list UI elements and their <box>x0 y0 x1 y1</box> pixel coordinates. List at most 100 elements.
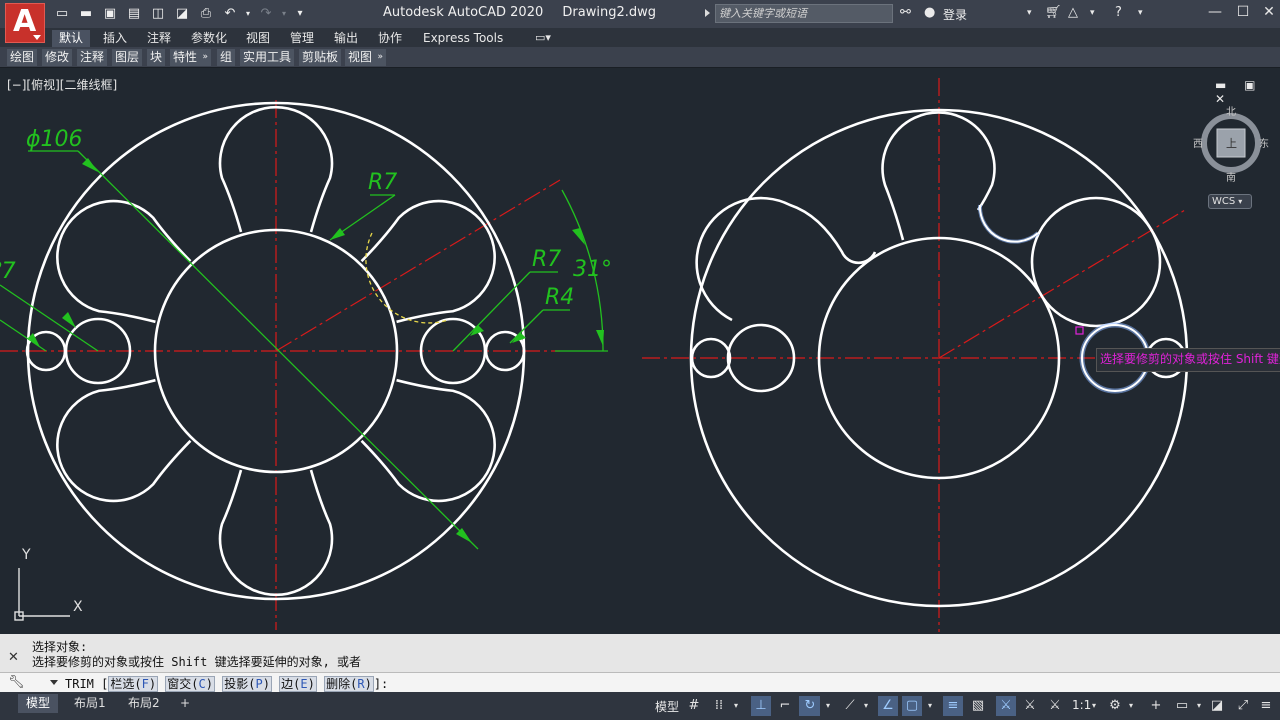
viewcube-west[interactable]: 西 <box>1193 135 1203 150</box>
tab-annotate[interactable]: 注释 <box>140 30 178 47</box>
maximize-button[interactable]: ☐ <box>1232 4 1254 24</box>
save-to-web-icon[interactable]: ◪ <box>174 6 190 21</box>
selected-arc[interactable] <box>978 204 1039 243</box>
polar-dropdown-icon[interactable]: ▾ <box>822 696 834 716</box>
panel-layers[interactable]: 图层 <box>112 49 143 66</box>
layout-tab-layout2[interactable]: 布局2 <box>120 694 168 713</box>
search-expand-icon[interactable] <box>705 9 710 17</box>
dimensions-left[interactable] <box>0 150 608 550</box>
tab-parametric[interactable]: 参数化 <box>184 30 234 47</box>
angle-dimension-text[interactable]: 31° <box>573 257 612 282</box>
object-snap-icon[interactable]: ▢ <box>902 696 922 716</box>
tab-home[interactable]: 默认 <box>52 30 91 47</box>
r7-right-dimension-text[interactable]: R7 <box>532 247 561 272</box>
tab-insert[interactable]: 插入 <box>96 30 134 47</box>
cart-icon[interactable]: 🛒︎ <box>1045 5 1062 20</box>
new-file-icon[interactable]: ▭ <box>54 6 70 21</box>
auto-scale-icon[interactable]: ⚔ <box>1020 696 1040 716</box>
tab-collaborate[interactable]: 协作 <box>371 30 409 47</box>
tab-view[interactable]: 视图 <box>239 30 277 47</box>
panel-block[interactable]: 块 <box>147 49 166 66</box>
lineweight-icon[interactable]: ≡ <box>943 696 963 716</box>
command-line[interactable]: 🔧︎ TRIM [栏选(F) 窗交(C) 投影(P) 边(E) 删除(R)]: <box>0 672 1280 692</box>
customize-qat-icon[interactable]: ▾ <box>292 6 308 21</box>
dynamic-input-icon[interactable]: ⌐ <box>775 696 795 716</box>
recent-commands-dropdown-icon[interactable] <box>50 680 58 685</box>
selected-arc-glow[interactable] <box>977 204 1040 244</box>
isometric-icon[interactable]: ⟋ <box>840 696 860 716</box>
command-line-close-icon[interactable]: ✕ <box>8 650 19 665</box>
open-from-web-icon[interactable]: ◫ <box>150 6 166 21</box>
help-dropdown-icon[interactable]: ▾ <box>1138 8 1143 18</box>
snap-icon[interactable]: ⁞⁞ <box>709 696 729 716</box>
grid-icon[interactable]: # <box>684 696 704 716</box>
user-icon[interactable]: ● <box>924 5 935 20</box>
help-icon[interactable]: ? <box>1115 5 1122 20</box>
units-icon[interactable]: ▭ <box>1172 696 1192 716</box>
workspace-gear-icon[interactable]: ⚙ <box>1105 696 1125 716</box>
viewport-window-controls[interactable]: ▬ ▣ ✕ <box>1215 78 1280 106</box>
plot-icon[interactable]: ⎙ <box>198 6 214 21</box>
application-menu-button[interactable]: A <box>5 3 45 43</box>
redo-icon[interactable]: ↷ <box>258 6 274 21</box>
lobe-upper-left[interactable] <box>37 181 201 340</box>
workspace-dropdown-icon[interactable]: ▾ <box>1125 696 1137 716</box>
save-icon[interactable]: ▣ <box>102 6 118 21</box>
panel-utilities[interactable]: 实用工具 <box>240 49 295 66</box>
clean-screen-icon[interactable]: ⤢ <box>1233 696 1253 716</box>
save-as-icon[interactable]: ▤ <box>126 6 142 21</box>
open-folder-icon[interactable]: ▬ <box>78 6 94 21</box>
add-layout-tab[interactable]: + <box>172 694 198 713</box>
layout-tab-model[interactable]: 模型 <box>18 694 59 713</box>
viewcube-east[interactable]: 东 <box>1259 135 1269 150</box>
search-input[interactable] <box>716 5 892 22</box>
login-dropdown-icon[interactable]: ▾ <box>1027 8 1032 18</box>
panel-groups[interactable]: 组 <box>217 49 236 66</box>
minimize-button[interactable]: — <box>1204 4 1226 24</box>
undo-dropdown-icon[interactable]: ▾ <box>240 6 256 21</box>
lobe-lower-left[interactable] <box>37 362 201 521</box>
r4-dimension-text[interactable]: R4 <box>545 285 574 310</box>
command-prompt[interactable]: TRIM [栏选(F) 窗交(C) 投影(P) 边(E) 删除(R)]: <box>65 675 388 692</box>
autodesk-a360-icon[interactable]: △ <box>1068 5 1078 20</box>
ribbon-display-toggle-icon[interactable]: ▭▾ <box>535 31 551 44</box>
option-erase[interactable]: 删除(R) <box>324 676 374 692</box>
option-fence[interactable]: 栏选(F) <box>108 676 159 692</box>
customize-wrench-icon[interactable]: 🔧︎ <box>8 675 25 690</box>
left-drawing[interactable]: ϕ106 R7 R7 R4 31° ?7 <box>0 100 612 630</box>
binoculars-icon[interactable]: ⚯ <box>900 5 911 20</box>
customize-status-icon[interactable]: ≡ <box>1256 696 1276 716</box>
option-edge[interactable]: 边(E) <box>279 676 317 692</box>
annotation-visibility-icon[interactable]: ⚔ <box>996 696 1016 716</box>
redo-dropdown-icon[interactable]: ▾ <box>276 6 292 21</box>
viewcube-top-face[interactable]: 上 <box>1226 135 1237 151</box>
viewcube-north[interactable]: 北 <box>1226 103 1236 118</box>
panel-annotation[interactable]: 注释 <box>77 49 108 66</box>
isometric-dropdown-icon[interactable]: ▾ <box>860 696 872 716</box>
polar-tracking-icon[interactable]: ↻ <box>800 696 820 716</box>
login-label[interactable]: 登录 <box>943 6 967 23</box>
right-lobe-upper-left[interactable] <box>695 196 877 322</box>
infer-constraints-icon[interactable]: ⊥ <box>751 696 771 716</box>
model-space-toggle[interactable]: 模型 <box>655 698 679 715</box>
right-lobe-upper-right[interactable] <box>1030 196 1162 328</box>
tab-manage[interactable]: 管理 <box>283 30 321 47</box>
undo-icon[interactable]: ↶ <box>222 6 238 21</box>
r7-left-dimension-text[interactable]: ?7 <box>0 259 16 284</box>
diameter-dimension-text[interactable]: ϕ106 <box>26 127 83 152</box>
viewcube[interactable]: 北 南 东 西 上 <box>1193 103 1269 184</box>
a360-dropdown-icon[interactable]: ▾ <box>1090 8 1095 18</box>
layout-tab-layout1[interactable]: 布局1 <box>66 694 114 713</box>
wcs-menu-button[interactable]: WCS ▾ <box>1208 194 1252 209</box>
option-project[interactable]: 投影(P) <box>222 676 272 692</box>
cad-drawing[interactable]: ϕ106 R7 R7 R4 31° ?7 <box>0 69 1280 634</box>
scale-dropdown-icon[interactable]: ▾ <box>1088 696 1100 716</box>
panel-draw[interactable]: 绘图 <box>7 49 38 66</box>
panel-view[interactable]: 视图 » <box>345 49 387 66</box>
tab-output[interactable]: 输出 <box>327 30 365 47</box>
viewcube-south[interactable]: 南 <box>1226 169 1236 184</box>
lobe-lower-right[interactable] <box>351 362 515 521</box>
isolate-objects-icon[interactable]: ◪ <box>1207 696 1227 716</box>
object-snap-tracking-icon[interactable]: ∠ <box>878 696 898 716</box>
drawing-canvas[interactable]: [−][俯视][二维线框] ▬ ▣ ✕ ϕ106 R7 R7 R4 31° 7 … <box>0 69 1280 634</box>
